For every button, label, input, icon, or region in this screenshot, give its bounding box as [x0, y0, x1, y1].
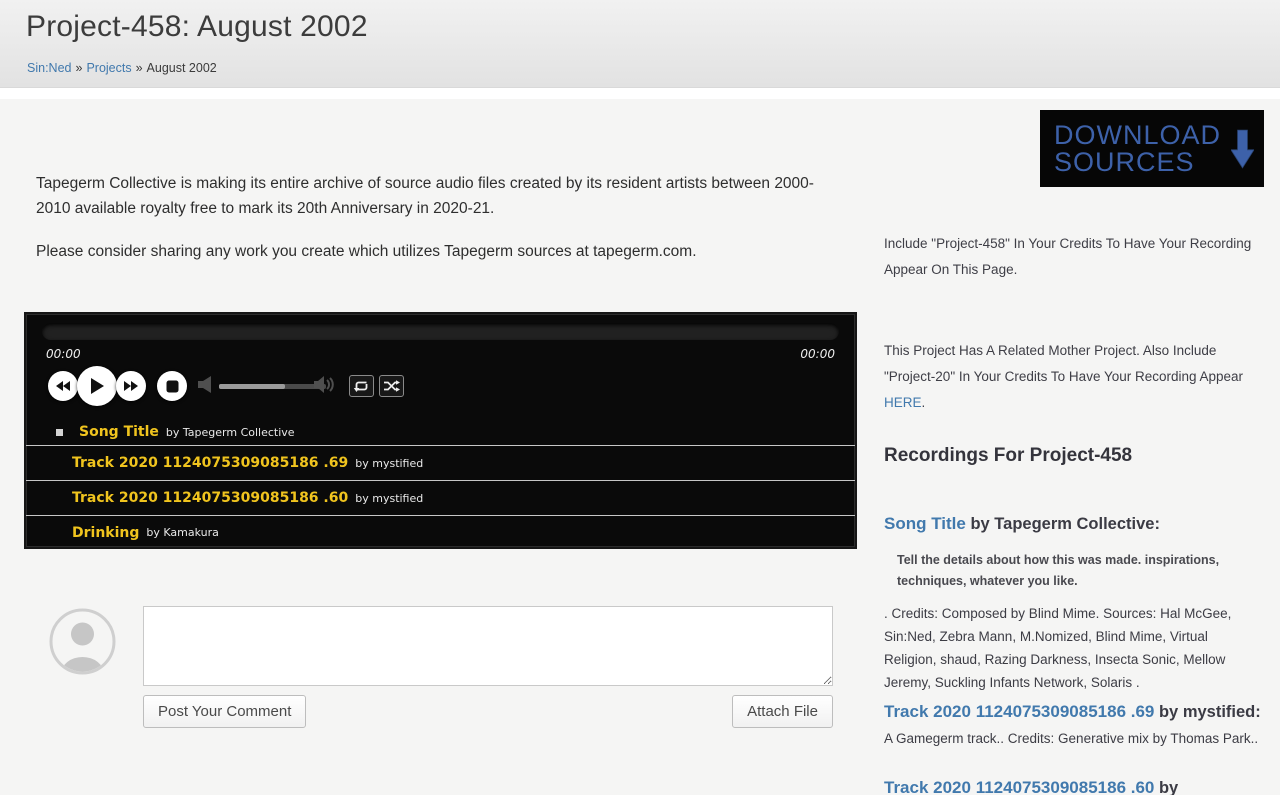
track-artist: by Tapegerm Collective: [166, 426, 295, 439]
page: Project-458: August 2002 Sin:Ned»Project…: [0, 0, 1280, 795]
fast-forward-button[interactable]: [116, 371, 146, 401]
playlist: Song Title by Tapegerm Collective Track …: [26, 419, 855, 549]
fast-forward-icon: [123, 380, 139, 392]
comment-input[interactable]: [143, 606, 833, 686]
rewind-icon: [55, 380, 71, 392]
recording-credits: . Credits: Composed by Blind Mime. Sourc…: [884, 602, 1264, 694]
download-sources-banner[interactable]: DOWNLOAD SOURCES: [1040, 110, 1264, 187]
recording-credits: A Gamegerm track.. Credits: Generative m…: [884, 731, 1258, 746]
breadcrumb-current: August 2002: [147, 61, 217, 75]
track-title[interactable]: Song Title: [79, 424, 159, 440]
breadcrumb-projects-link[interactable]: Projects: [86, 61, 131, 75]
playlist-track[interactable]: Track 2020 1124075309085186 .69 by mysti…: [26, 446, 855, 481]
track-artist: by Kamakura: [146, 526, 218, 539]
recording-entry: Song Title by Tapegerm Collective:: [884, 511, 1264, 538]
track-artist: by mystified: [355, 457, 423, 470]
track-title[interactable]: Track 2020 1124075309085186 .60: [72, 490, 348, 506]
shuffle-icon: [383, 380, 400, 392]
audio-player: 00:00 00:00: [24, 312, 857, 549]
loop-button[interactable]: [349, 375, 374, 397]
breadcrumb: Sin:Ned»Projects»August 2002: [27, 61, 217, 75]
stop-button[interactable]: [157, 371, 187, 401]
breadcrumb-separator: »: [71, 61, 86, 75]
recording-note: Tell the details about how this was made…: [897, 550, 1242, 592]
recording-entry: Track 2020 1124075309085186 .69 by mysti…: [884, 699, 1264, 752]
track-title[interactable]: Track 2020 1124075309085186 .69: [72, 455, 348, 471]
shuffle-button[interactable]: [379, 375, 404, 397]
remaining-time: 00:00: [800, 347, 835, 361]
volume-low-icon: [198, 376, 212, 398]
recordings-heading: Recordings For Project-458: [884, 445, 1132, 467]
breadcrumb-separator: »: [132, 61, 147, 75]
rewind-button[interactable]: [48, 371, 78, 401]
main-content: Tapegerm Collective is making its entire…: [0, 99, 1280, 795]
playlist-track[interactable]: Track 2020 1124075309085186 .60 by mysti…: [26, 481, 855, 516]
loop-icon: [353, 380, 370, 392]
current-track-marker-icon: [56, 429, 63, 436]
attach-file-button[interactable]: Attach File: [732, 695, 833, 728]
recording-entry: Track 2020 1124075309085186 .60 by: [884, 775, 1264, 795]
page-title: Project-458: August 2002: [26, 10, 368, 44]
play-icon: [89, 377, 105, 395]
volume-high-icon: [314, 376, 336, 398]
page-header: Project-458: August 2002 Sin:Ned»Project…: [0, 0, 1280, 88]
recording-title-link[interactable]: Track 2020 1124075309085186 .60: [884, 778, 1154, 795]
avatar: [49, 608, 116, 675]
elapsed-time: 00:00: [46, 347, 81, 361]
playlist-track[interactable]: Drinking by Kamakura: [26, 516, 855, 549]
volume-fill: [219, 384, 285, 389]
download-arrow-icon: [1231, 126, 1254, 172]
track-title[interactable]: Drinking: [72, 525, 139, 541]
intro-paragraph-2: Please consider sharing any work you cre…: [36, 239, 836, 264]
seek-bar[interactable]: [42, 323, 839, 340]
post-comment-button[interactable]: Post Your Comment: [143, 695, 306, 728]
download-sources-label: DOWNLOAD SOURCES: [1054, 122, 1221, 176]
playlist-track-current[interactable]: Song Title by Tapegerm Collective: [26, 419, 855, 446]
intro-paragraph-1: Tapegerm Collective is making its entire…: [36, 171, 836, 221]
recording-title-link[interactable]: Track 2020 1124075309085186 .69: [884, 702, 1154, 721]
recording-title-link[interactable]: Song Title: [884, 514, 966, 533]
include-credits-note: Include "Project-458" In Your Credits To…: [884, 231, 1258, 283]
volume-slider[interactable]: [219, 384, 326, 389]
mother-project-note: This Project Has A Related Mother Projec…: [884, 338, 1264, 416]
here-link[interactable]: HERE: [884, 395, 922, 410]
play-button[interactable]: [77, 366, 117, 406]
breadcrumb-home-link[interactable]: Sin:Ned: [27, 61, 71, 75]
stop-icon: [166, 380, 179, 393]
track-artist: by mystified: [355, 492, 423, 505]
